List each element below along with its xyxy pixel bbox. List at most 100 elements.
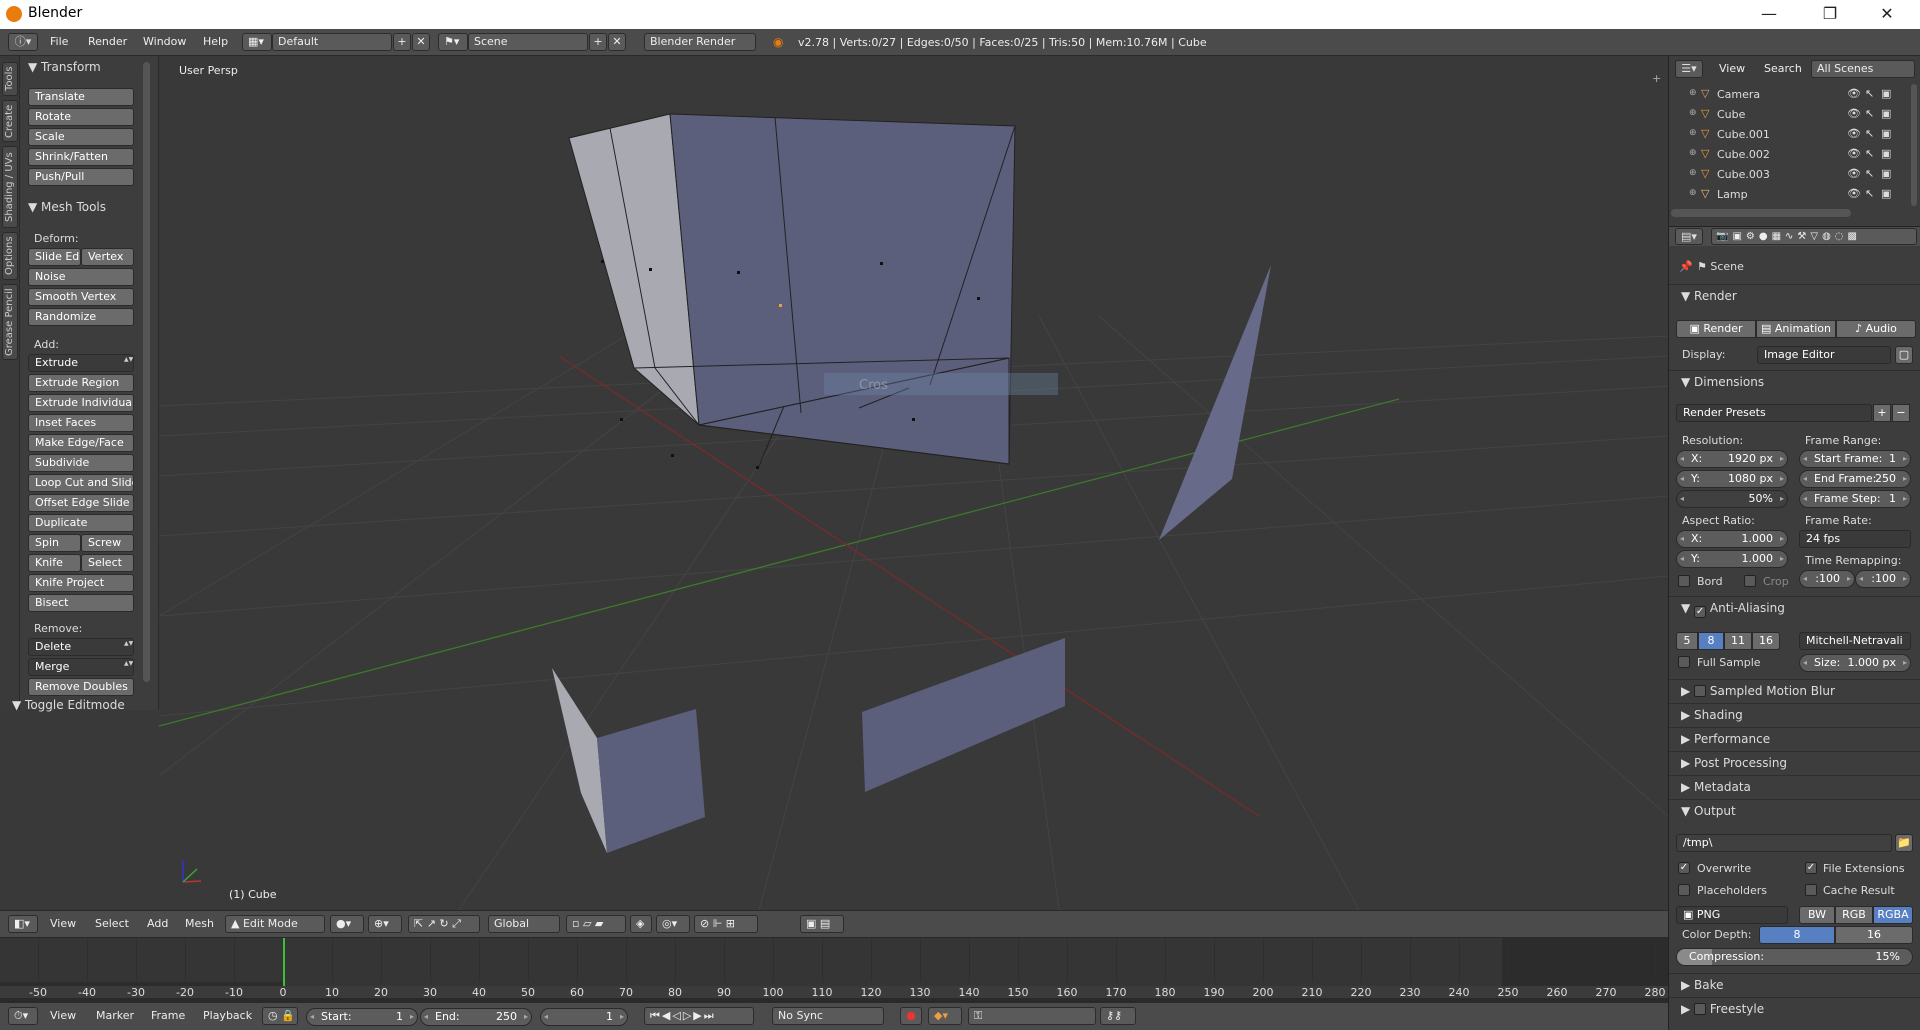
display-toggle-icon[interactable]: ▢ (1895, 346, 1913, 364)
visibility-eye-icon[interactable]: 👁 (1847, 87, 1861, 100)
timeline[interactable]: -50 -40 -30 -20 -10 0 10 20 30 40 50 60 70 80 90 100 110… (0, 938, 1668, 1002)
toggle-editmode-panel-header[interactable]: ▼ Toggle Editmode (12, 698, 125, 712)
render-animation-button[interactable]: ▤ Animation (1756, 320, 1836, 338)
mesh-tools-panel-header[interactable]: ▼ Mesh Tools (28, 200, 106, 214)
transform-orientation-selector[interactable]: Global (488, 915, 560, 933)
aa-samples-8[interactable]: 8 (1698, 632, 1724, 650)
visibility-eye-icon[interactable]: 👁 (1847, 167, 1861, 180)
cube-mesh[interactable] (568, 113, 1016, 469)
timeline-area[interactable] (0, 938, 1502, 986)
tab-create[interactable]: Create (2, 100, 18, 142)
selectability-cursor-icon[interactable]: ↖ (1865, 127, 1874, 140)
visibility-eye-icon[interactable]: 👁 (1847, 107, 1861, 120)
expand-icon[interactable]: ⊕ (1689, 88, 1697, 98)
screw-button[interactable]: Screw (81, 534, 134, 552)
overwrite-checkbox[interactable]: ✓ (1678, 862, 1690, 874)
expand-icon[interactable]: ⊕ (1689, 108, 1697, 118)
outliner-row[interactable]: ⊕ ▽ Lamp 👁 ↖ ▣ (1669, 184, 1903, 204)
add-layout-icon[interactable]: + (393, 33, 411, 51)
current-frame-indicator[interactable] (283, 938, 285, 986)
close-button[interactable]: ✕ (1864, 2, 1910, 26)
maximize-button[interactable]: ❐ (1807, 2, 1853, 26)
mode-selector[interactable]: ▲ Edit Mode (225, 915, 325, 933)
selectability-cursor-icon[interactable]: ↖ (1865, 147, 1874, 160)
editor-type-properties-icon[interactable]: ▤▾ (1675, 228, 1703, 245)
scale-button[interactable]: Scale (28, 128, 134, 146)
compression-slider[interactable]: Compression: 15% (1676, 948, 1913, 966)
visibility-eye-icon[interactable]: 👁 (1847, 187, 1861, 200)
rotate-button[interactable]: Rotate (28, 108, 134, 126)
selectability-cursor-icon[interactable]: ↖ (1865, 167, 1874, 180)
vp-menu-add[interactable]: Add (147, 917, 168, 930)
outliner-filter-selector[interactable]: All Scenes (1811, 60, 1915, 78)
placeholders-checkbox[interactable] (1678, 884, 1690, 896)
minimize-button[interactable]: — (1746, 2, 1792, 26)
record-icon[interactable]: ● (900, 1007, 922, 1025)
time-remap-new-field[interactable]: :100 (1855, 570, 1911, 588)
aa-samples-11[interactable]: 11 (1724, 632, 1752, 650)
editor-type-timeline-icon[interactable]: ⏱▾ (8, 1007, 38, 1025)
proportional-edit-icon[interactable]: ◎▾ (656, 915, 690, 933)
anti-aliasing-panel-header[interactable]: ▼ ✓ Anti-Aliasing (1669, 596, 1920, 618)
performance-panel-header[interactable]: ▶ Performance (1669, 727, 1920, 749)
spin-button[interactable]: Spin (28, 534, 81, 552)
playback-controls[interactable]: ⏮◀◁▷▶⏭ (644, 1007, 754, 1025)
outliner-hscrollbar[interactable] (1671, 209, 1851, 217)
vp-menu-view[interactable]: View (50, 917, 76, 930)
manipulator-icons[interactable]: ⇱ ↗ ↻ ⤢ (408, 915, 480, 933)
tab-shading-uvs[interactable]: Shading / UVs (2, 146, 18, 228)
render-presets-selector[interactable]: Render Presets (1676, 404, 1872, 422)
object-name[interactable]: Cube.001 (1717, 128, 1770, 141)
delete-dropdown[interactable]: Delete (28, 638, 134, 656)
freestyle-panel-header[interactable]: ▶ Freestyle (1669, 997, 1920, 1019)
knife-project-button[interactable]: Knife Project (28, 574, 134, 592)
display-selector[interactable]: Image Editor (1757, 346, 1891, 364)
render-audio-button[interactable]: ♪ Audio (1836, 320, 1916, 338)
shrink-fatten-button[interactable]: Shrink/Fatten (28, 148, 134, 166)
frame-rate-selector[interactable]: 24 fps (1799, 530, 1911, 548)
editor-type-outliner-icon[interactable]: ☰▾ (1675, 60, 1703, 78)
render-camera-icon[interactable]: ▣ (1881, 127, 1891, 140)
dimensions-panel-header[interactable]: ▼ Dimensions (1669, 370, 1920, 392)
transform-panel-header[interactable]: ▼ Transform (28, 60, 101, 74)
crop-checkbox[interactable] (1744, 575, 1756, 587)
outliner-menu-search[interactable]: Search (1764, 62, 1802, 75)
sampled-motion-blur-panel-header[interactable]: ▶ Sampled Motion Blur (1669, 679, 1920, 701)
resolution-y-field[interactable]: Y: 1080 px (1676, 470, 1788, 488)
outliner-menu-view[interactable]: View (1719, 62, 1745, 75)
selectability-cursor-icon[interactable]: ↖ (1865, 107, 1874, 120)
file-format-selector[interactable]: ▣ PNG (1676, 906, 1788, 924)
object-name[interactable]: Lamp (1717, 188, 1748, 201)
keying-icon[interactable]: ◆▾ (928, 1007, 962, 1025)
properties-toggle-icon[interactable]: + (1652, 72, 1661, 85)
tl-menu-playback[interactable]: Playback (203, 1009, 252, 1022)
motion-blur-checkbox[interactable] (1694, 685, 1707, 697)
render-image-button[interactable]: ▣ Render (1676, 320, 1756, 338)
layout-icon[interactable]: ▦▾ (242, 33, 272, 51)
render-panel-header[interactable]: ▼ Render (1669, 284, 1920, 306)
make-edge-face-button[interactable]: Make Edge/Face (28, 434, 134, 452)
toolshelf-scrollbar[interactable] (143, 62, 150, 682)
triangle-mesh[interactable] (1159, 265, 1271, 540)
inset-faces-button[interactable]: Inset Faces (28, 414, 134, 432)
knife-select-button[interactable]: Select (81, 554, 134, 572)
anti-aliasing-checkbox[interactable]: ✓ (1694, 606, 1707, 618)
object-name[interactable]: Cube.003 (1717, 168, 1770, 181)
extrude-dropdown[interactable]: Extrude (28, 354, 134, 372)
render-camera-icon[interactable]: ▣ (1881, 147, 1891, 160)
start-frame-field[interactable]: Start Frame: 1 (1799, 450, 1911, 468)
shading-panel-header[interactable]: ▶ Shading (1669, 703, 1920, 725)
output-panel-header[interactable]: ▼ Output (1669, 799, 1920, 821)
sync-mode-selector[interactable]: No Sync (772, 1007, 884, 1025)
add-preset-icon[interactable]: + (1873, 404, 1891, 422)
object-name[interactable]: Cube (1717, 108, 1745, 121)
color-depth-8-button[interactable]: 8 (1759, 926, 1835, 944)
extrude-region-button[interactable]: Extrude Region (28, 374, 134, 392)
select-mode-icons[interactable]: ▫ ▱ ▰ (566, 915, 626, 933)
color-depth-16-button[interactable]: 16 (1835, 926, 1913, 944)
insert-delete-key-icons[interactable]: ⚷⚷ (1100, 1007, 1136, 1025)
cache-result-checkbox[interactable] (1805, 884, 1817, 896)
resolution-percentage-field[interactable]: 50% (1676, 490, 1788, 508)
snap-icons[interactable]: ⊘ ⊩ ⊞ (694, 915, 758, 933)
border-checkbox[interactable] (1678, 575, 1690, 587)
